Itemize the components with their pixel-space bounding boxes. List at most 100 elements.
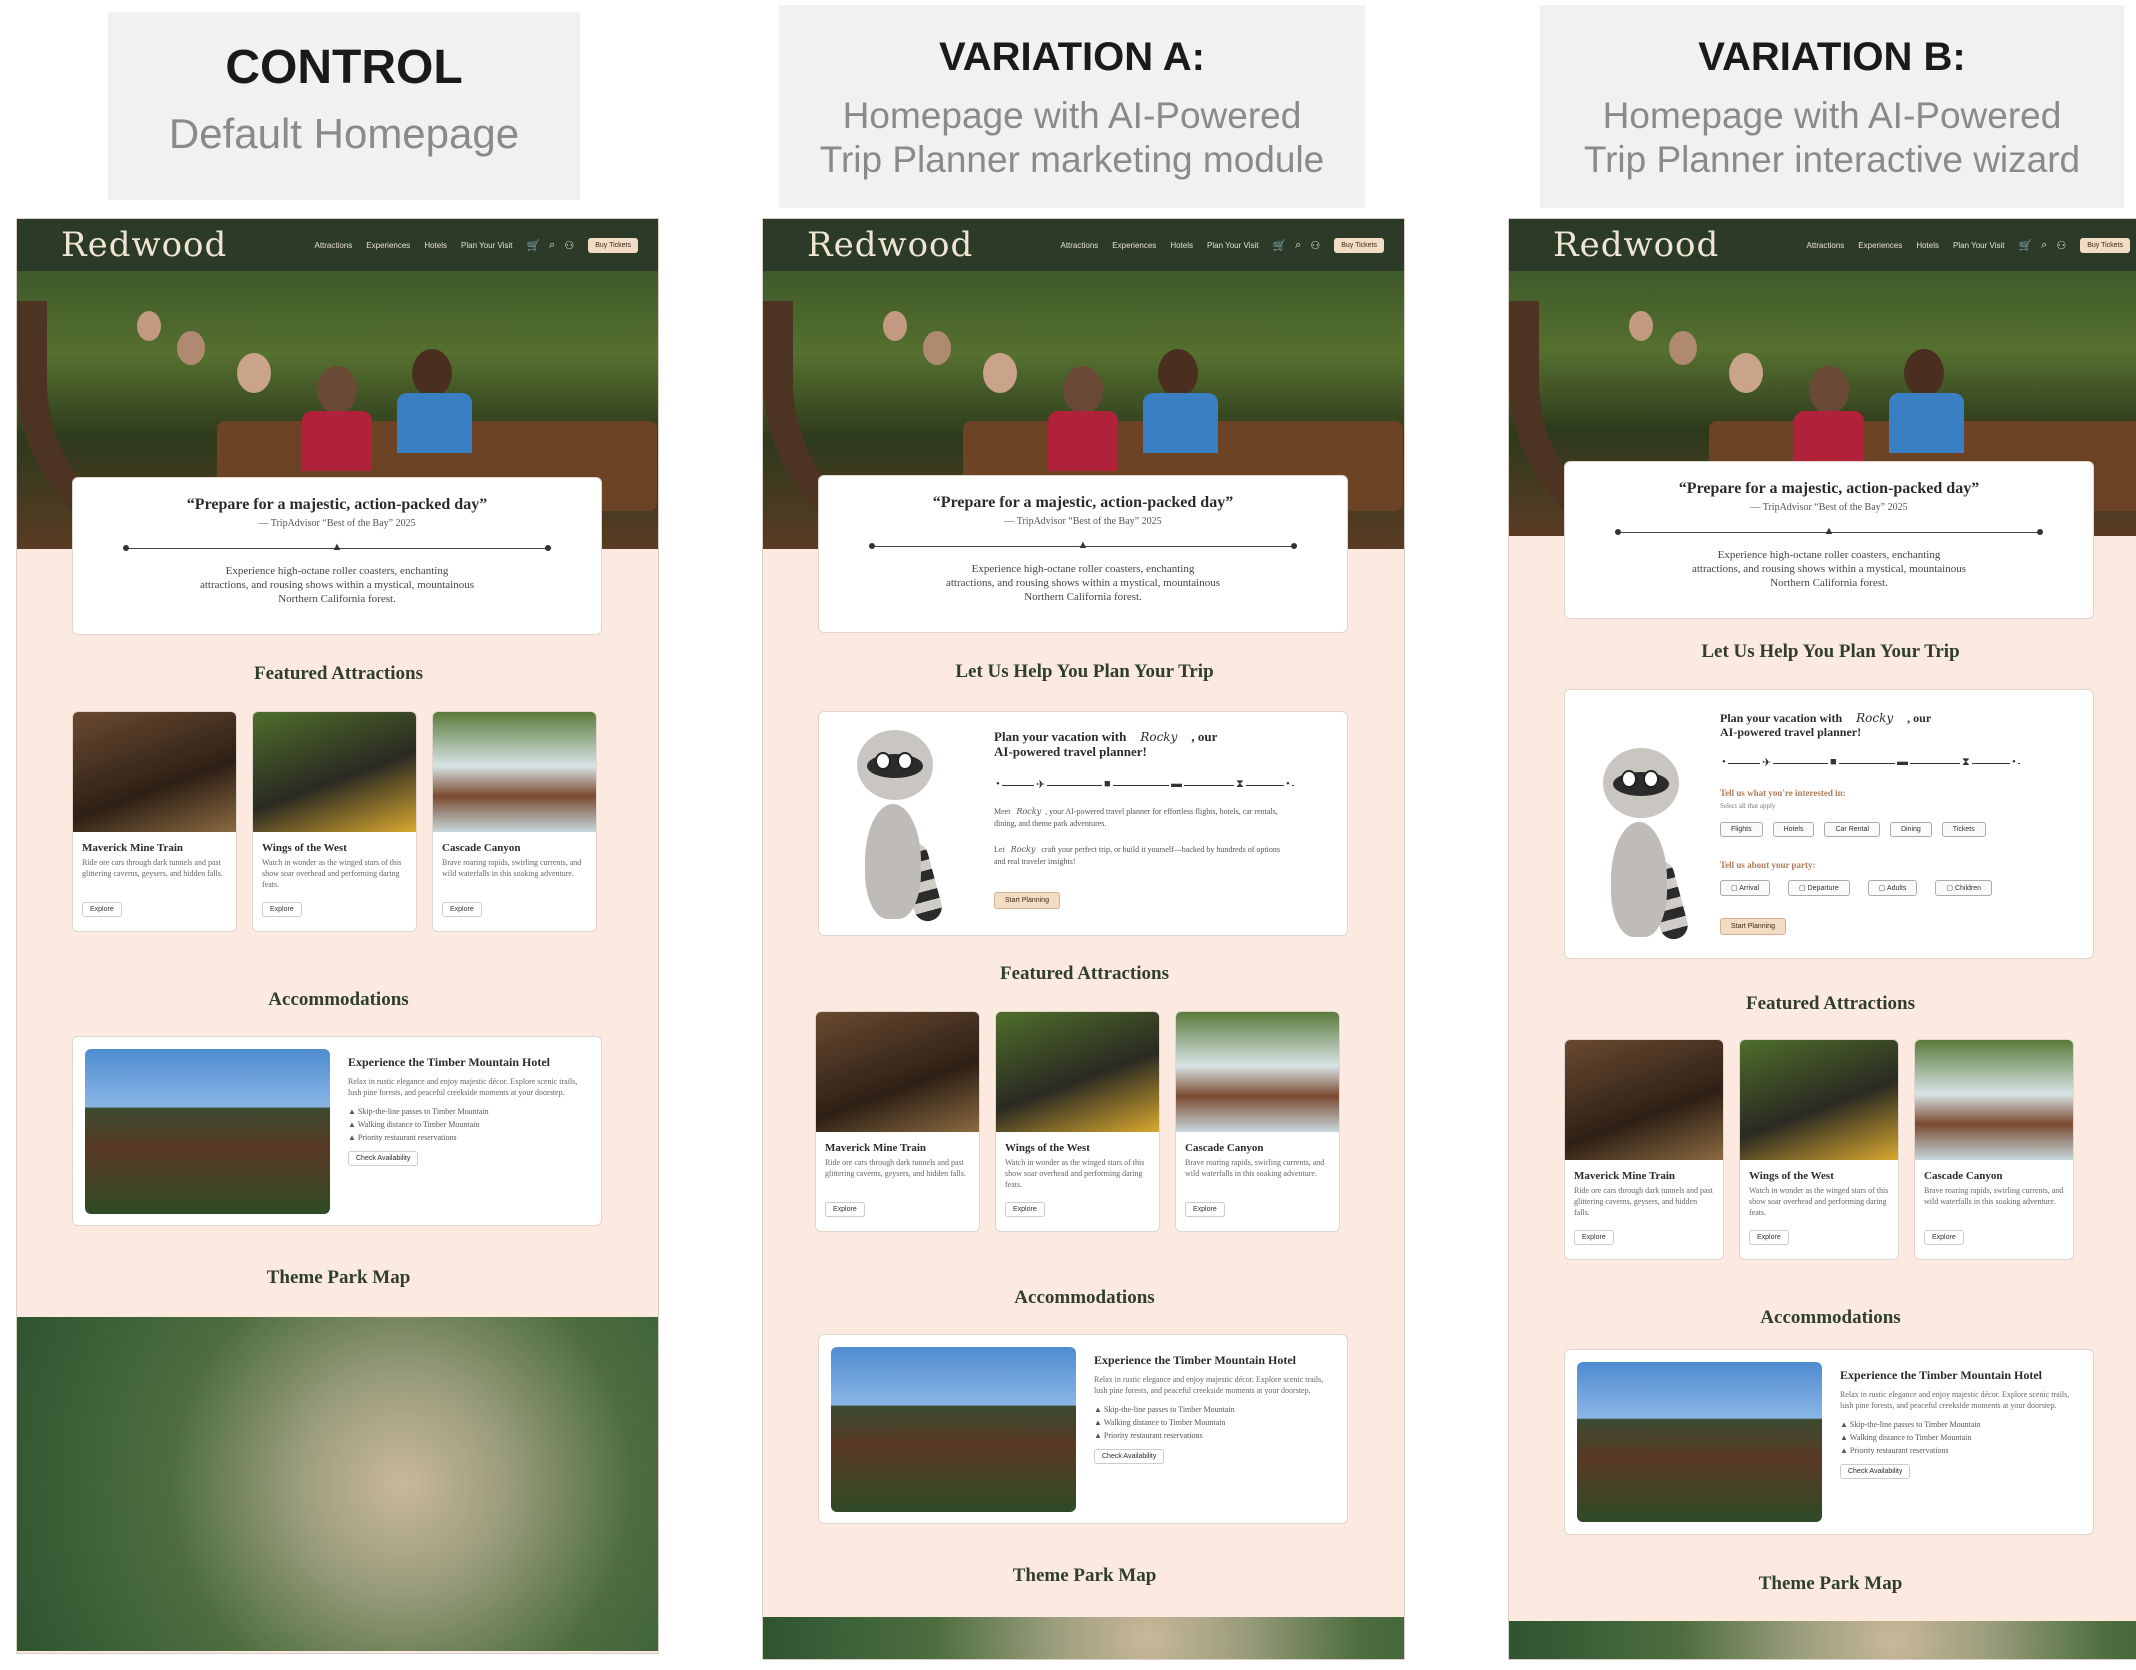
variation-a-page: Redwood Attractions Experiences Hotels P…: [762, 218, 1405, 1660]
nav-links: Attractions Experiences Hotels Plan Your…: [1806, 237, 2130, 253]
planner-title: Plan your vacation with Rocky, our AI-powe…: [994, 729, 1218, 759]
section-title-map: Theme Park Map: [1758, 1573, 1903, 1594]
cart-icon[interactable]: 🛒: [526, 239, 540, 252]
user-icon[interactable]: ⚇: [2056, 239, 2066, 252]
planner-let-text: Let Rocky craft your perfect trip, or bu…: [994, 845, 1280, 866]
explore-button[interactable]: Explore: [442, 902, 482, 917]
nav-plan-your-visit[interactable]: Plan Your Visit: [1953, 241, 2004, 250]
chip-hotels[interactable]: Hotels: [1772, 822, 1815, 837]
buy-tickets-button[interactable]: Buy Tickets: [2080, 237, 2130, 253]
hotel-card: Experience the Timber Mountain Hotel Rel…: [72, 1036, 602, 1226]
theme-park-map[interactable]: [17, 1317, 658, 1651]
chip-car-rental[interactable]: Car Rental: [1824, 822, 1880, 837]
plane-icon: ✈: [1760, 756, 1774, 769]
hero-quote-source: — TripAdvisor “Best of the Bay” 2025: [1004, 516, 1162, 527]
theme-park-map[interactable]: [1509, 1621, 2136, 1659]
nav-plan-your-visit[interactable]: Plan Your Visit: [461, 241, 512, 250]
attraction-card[interactable]: Cascade Canyon Brave roaring rapids, swir…: [1175, 1011, 1340, 1232]
ticket-icon: ⧗: [1960, 756, 1972, 769]
attraction-card[interactable]: Wings of the West Watch in wonder as the …: [252, 711, 417, 932]
buy-tickets-button[interactable]: Buy Tickets: [1334, 237, 1384, 253]
hotel-body: Relax in rustic elegance and enjoy majes…: [348, 1077, 578, 1098]
attraction-card[interactable]: Maverick Mine Train Ride ore cars through…: [72, 711, 237, 932]
attraction-card[interactable]: Maverick Mine Train Ride ore cars through…: [1564, 1039, 1724, 1260]
nav-hotels[interactable]: Hotels: [1170, 241, 1193, 250]
departure-field[interactable]: ▢ Departure: [1788, 880, 1850, 896]
check-availability-button[interactable]: Check Availability: [348, 1150, 419, 1166]
hero-quote: “Prepare for a majestic, action-packed d…: [186, 496, 488, 513]
variation-b-page: Redwood Attractions Experiences Hotels P…: [1508, 218, 2136, 1660]
nav-hotels[interactable]: Hotels: [424, 241, 447, 250]
control-subtitle: Default Homepage: [168, 110, 520, 157]
site-logo[interactable]: Redwood: [1553, 225, 1719, 265]
children-field[interactable]: ▢ Children: [1935, 880, 1993, 896]
hotel-card: Experience the Timber Mountain Hotel Rel…: [818, 1334, 1348, 1524]
arrival-field[interactable]: ▢ Arrival: [1720, 880, 1771, 896]
section-title-attractions: Featured Attractions: [253, 663, 424, 684]
attraction-card[interactable]: Cascade Canyon Brave roaring rapids, swir…: [432, 711, 597, 932]
variation-b-label: VARIATION B: Homepage with AI-Powered Tri…: [1540, 5, 2124, 208]
nav-attractions[interactable]: Attractions: [1806, 241, 1844, 250]
search-icon[interactable]: ⌕: [1295, 239, 1301, 252]
search-icon[interactable]: ⌕: [2041, 239, 2047, 252]
hero-quote-card: “Prepare for a majestic, action-packed d…: [1564, 461, 2094, 619]
attraction-card[interactable]: Wings of the West Watch in wonder as the …: [1739, 1039, 1899, 1260]
hero-quote: “Prepare for a majestic, action-packed d…: [932, 494, 1234, 511]
check-availability-button[interactable]: Check Availability: [1840, 1463, 1911, 1479]
explore-button[interactable]: Explore: [1924, 1230, 1964, 1245]
explore-button[interactable]: Explore: [1005, 1202, 1045, 1217]
explore-button[interactable]: Explore: [262, 902, 302, 917]
rocky-raccoon-illustration: [1583, 740, 1693, 945]
start-planning-button[interactable]: Start Planning: [994, 892, 1060, 909]
section-title-accommodations: Accommodations: [1760, 1307, 1901, 1328]
nav-attractions[interactable]: Attractions: [314, 241, 352, 250]
explore-button[interactable]: Explore: [1749, 1230, 1789, 1245]
attraction-card[interactable]: Cascade Canyon Brave roaring rapids, swir…: [1914, 1039, 2074, 1260]
nav-hotels[interactable]: Hotels: [1916, 241, 1939, 250]
rocky-raccoon-illustration: [837, 722, 947, 927]
hotel-title: Experience the Timber Mountain Hotel: [1840, 1368, 2042, 1382]
site-nav: Redwood Attractions Experiences Hotels P…: [17, 219, 658, 271]
explore-button[interactable]: Explore: [1574, 1230, 1614, 1245]
hero-body: Experience high-octane roller coasters, …: [1691, 549, 1967, 589]
user-icon[interactable]: ⚇: [1310, 239, 1320, 252]
section-title-planner: Let Us Help You Plan Your Trip: [1701, 641, 1960, 662]
chip-tickets[interactable]: Tickets: [1941, 822, 1986, 837]
explore-button[interactable]: Explore: [825, 1202, 865, 1217]
variation-a-label: VARIATION A: Homepage with AI-Powered Tri…: [779, 5, 1365, 208]
search-icon[interactable]: ⌕: [549, 239, 555, 252]
nav-experiences[interactable]: Experiences: [366, 241, 410, 250]
section-title-attractions: Featured Attractions: [999, 963, 1170, 984]
cart-icon[interactable]: 🛒: [2018, 239, 2032, 252]
explore-button[interactable]: Explore: [1185, 1202, 1225, 1217]
site-logo[interactable]: Redwood: [61, 225, 227, 265]
check-availability-button[interactable]: Check Availability: [1094, 1448, 1165, 1464]
explore-button[interactable]: Explore: [82, 902, 122, 917]
travel-timeline: • ✈ ■ ▬ ⧗ •: [994, 778, 1294, 792]
nav-attractions[interactable]: Attractions: [1060, 241, 1098, 250]
adults-field[interactable]: ▢ Adults: [1867, 880, 1918, 896]
tree-icon: ▲: [1823, 525, 1835, 537]
planner-wizard: Plan your vacation with Rocky, our AI-powe…: [1564, 689, 2094, 959]
control-label: CONTROL Default Homepage: [108, 12, 580, 200]
hero-quote-card: “Prepare for a majestic, action-packed d…: [72, 477, 602, 635]
hotel-icon: ■: [1102, 778, 1113, 790]
buy-tickets-button[interactable]: Buy Tickets: [588, 237, 638, 253]
chip-flights[interactable]: Flights: [1720, 822, 1763, 837]
nav-experiences[interactable]: Experiences: [1858, 241, 1902, 250]
ornament-divider: ▲: [1615, 525, 2043, 539]
nav-experiences[interactable]: Experiences: [1112, 241, 1156, 250]
attraction-card[interactable]: Maverick Mine Train Ride ore cars through…: [815, 1011, 980, 1232]
user-icon[interactable]: ⚇: [564, 239, 574, 252]
variation-a-subtitle: Homepage with AI-Powered Trip Planner mar…: [819, 95, 1325, 180]
hotel-body: Relax in rustic elegance and enjoy majes…: [1840, 1390, 2070, 1411]
theme-park-map[interactable]: [763, 1617, 1404, 1659]
chip-dining[interactable]: Dining: [1889, 822, 1932, 837]
site-nav: Redwood Attractions Experiences Hotels P…: [1509, 219, 2136, 271]
attraction-card[interactable]: Wings of the West Watch in wonder as the …: [995, 1011, 1160, 1232]
site-logo[interactable]: Redwood: [807, 225, 973, 265]
nav-plan-your-visit[interactable]: Plan Your Visit: [1207, 241, 1258, 250]
calendar-icon: ▢: [1731, 885, 1738, 892]
cart-icon[interactable]: 🛒: [1272, 239, 1286, 252]
start-planning-button[interactable]: Start Planning: [1720, 918, 1786, 935]
